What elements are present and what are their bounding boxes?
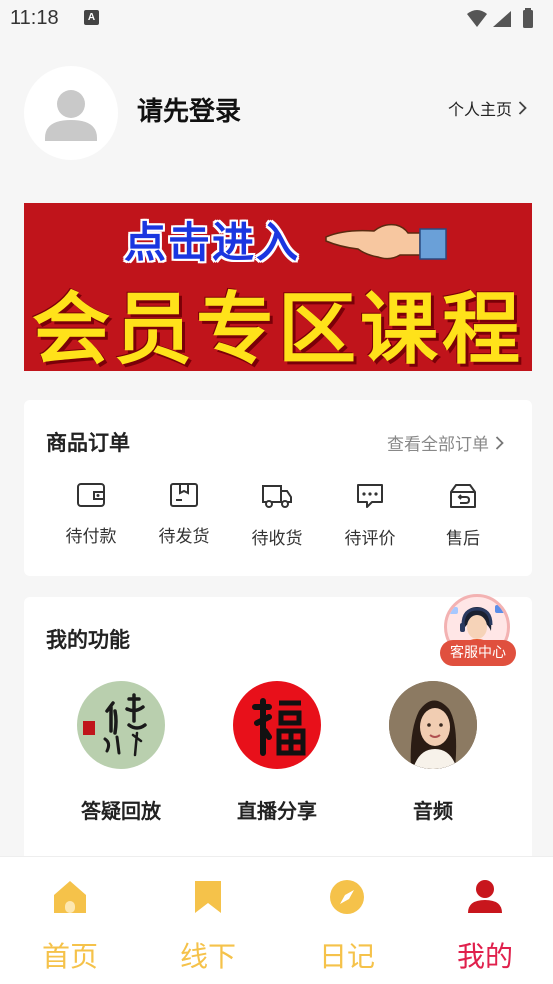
function-label: 直播分享 <box>237 799 317 823</box>
order-pending-review[interactable]: 待评价 <box>330 482 410 549</box>
wifi-icon <box>467 10 487 27</box>
function-qa-replay[interactable]: 答疑回放 <box>56 681 186 824</box>
pointing-hand-icon <box>325 223 447 260</box>
default-avatar-icon <box>45 90 97 141</box>
order-label: 待收货 <box>251 529 303 549</box>
comment-icon <box>357 484 383 508</box>
function-live-share[interactable]: 直播分享 <box>212 681 342 824</box>
view-all-orders-link[interactable]: 查看全部订单 <box>387 430 504 455</box>
avatar[interactable] <box>24 66 118 160</box>
order-pending-payment[interactable]: 待付款 <box>51 482 131 547</box>
chevron-right-icon <box>495 435 504 450</box>
nav-label: 日记 <box>318 940 375 973</box>
orders-card: 商品订单 查看全部订单 待付款 待发货 待收货 待评价 售后 <box>24 400 532 576</box>
member-course-banner[interactable]: 点击进入 会员专区课程 <box>24 203 532 371</box>
function-label: 音频 <box>413 799 453 823</box>
portrait-image <box>389 681 477 769</box>
status-bar: 11:18 A <box>0 0 553 38</box>
order-label: 待付款 <box>65 527 117 547</box>
package-icon <box>170 483 198 507</box>
functions-title: 我的功能 <box>46 628 130 652</box>
order-label: 售后 <box>446 529 480 549</box>
customer-service-button[interactable]: 客服中心 <box>440 592 516 674</box>
status-time: 11:18 <box>10 7 59 29</box>
banner-main-text: 会员专区课程 <box>31 285 524 371</box>
orders-title: 商品订单 <box>46 431 130 455</box>
nav-offline[interactable]: 线下 <box>158 879 258 975</box>
calligraphy-image <box>77 681 165 769</box>
bookmark-icon <box>195 881 221 913</box>
compass-icon <box>330 880 364 914</box>
view-all-label: 查看全部订单 <box>387 435 489 455</box>
return-icon <box>450 484 476 508</box>
nav-home[interactable]: 首页 <box>20 879 120 975</box>
nav-label: 我的 <box>456 940 513 973</box>
wallet-icon <box>77 483 105 507</box>
function-label: 答疑回放 <box>81 799 161 823</box>
function-audio[interactable]: 音频 <box>368 681 498 824</box>
user-icon <box>468 880 502 913</box>
chevron-right-icon <box>518 101 527 115</box>
customer-service-label: 客服中心 <box>440 640 516 666</box>
nav-label: 线下 <box>179 940 236 973</box>
homepage-label: 个人主页 <box>447 100 512 119</box>
bottom-nav: 首页 线下 日记 我的 <box>0 856 553 984</box>
banner-top-text: 点击进入 <box>124 218 301 267</box>
order-label: 待发货 <box>158 527 210 547</box>
login-prompt[interactable]: 请先登录 <box>137 91 241 128</box>
fu-character-image <box>233 681 321 769</box>
battery-icon <box>523 10 533 28</box>
nav-label: 首页 <box>41 940 98 973</box>
homepage-link[interactable]: 个人主页 <box>448 96 527 120</box>
nav-mine[interactable]: 我的 <box>435 879 535 975</box>
status-icons <box>467 8 533 28</box>
signal-icon <box>493 11 511 27</box>
order-pending-shipment[interactable]: 待发货 <box>144 482 224 547</box>
nav-diary[interactable]: 日记 <box>297 879 397 975</box>
notification-icon: A <box>84 10 99 25</box>
order-after-sales[interactable]: 售后 <box>423 482 503 549</box>
truck-icon <box>262 485 292 508</box>
home-icon <box>54 881 86 913</box>
order-pending-receipt[interactable]: 待收货 <box>237 482 317 549</box>
order-label: 待评价 <box>344 529 396 549</box>
